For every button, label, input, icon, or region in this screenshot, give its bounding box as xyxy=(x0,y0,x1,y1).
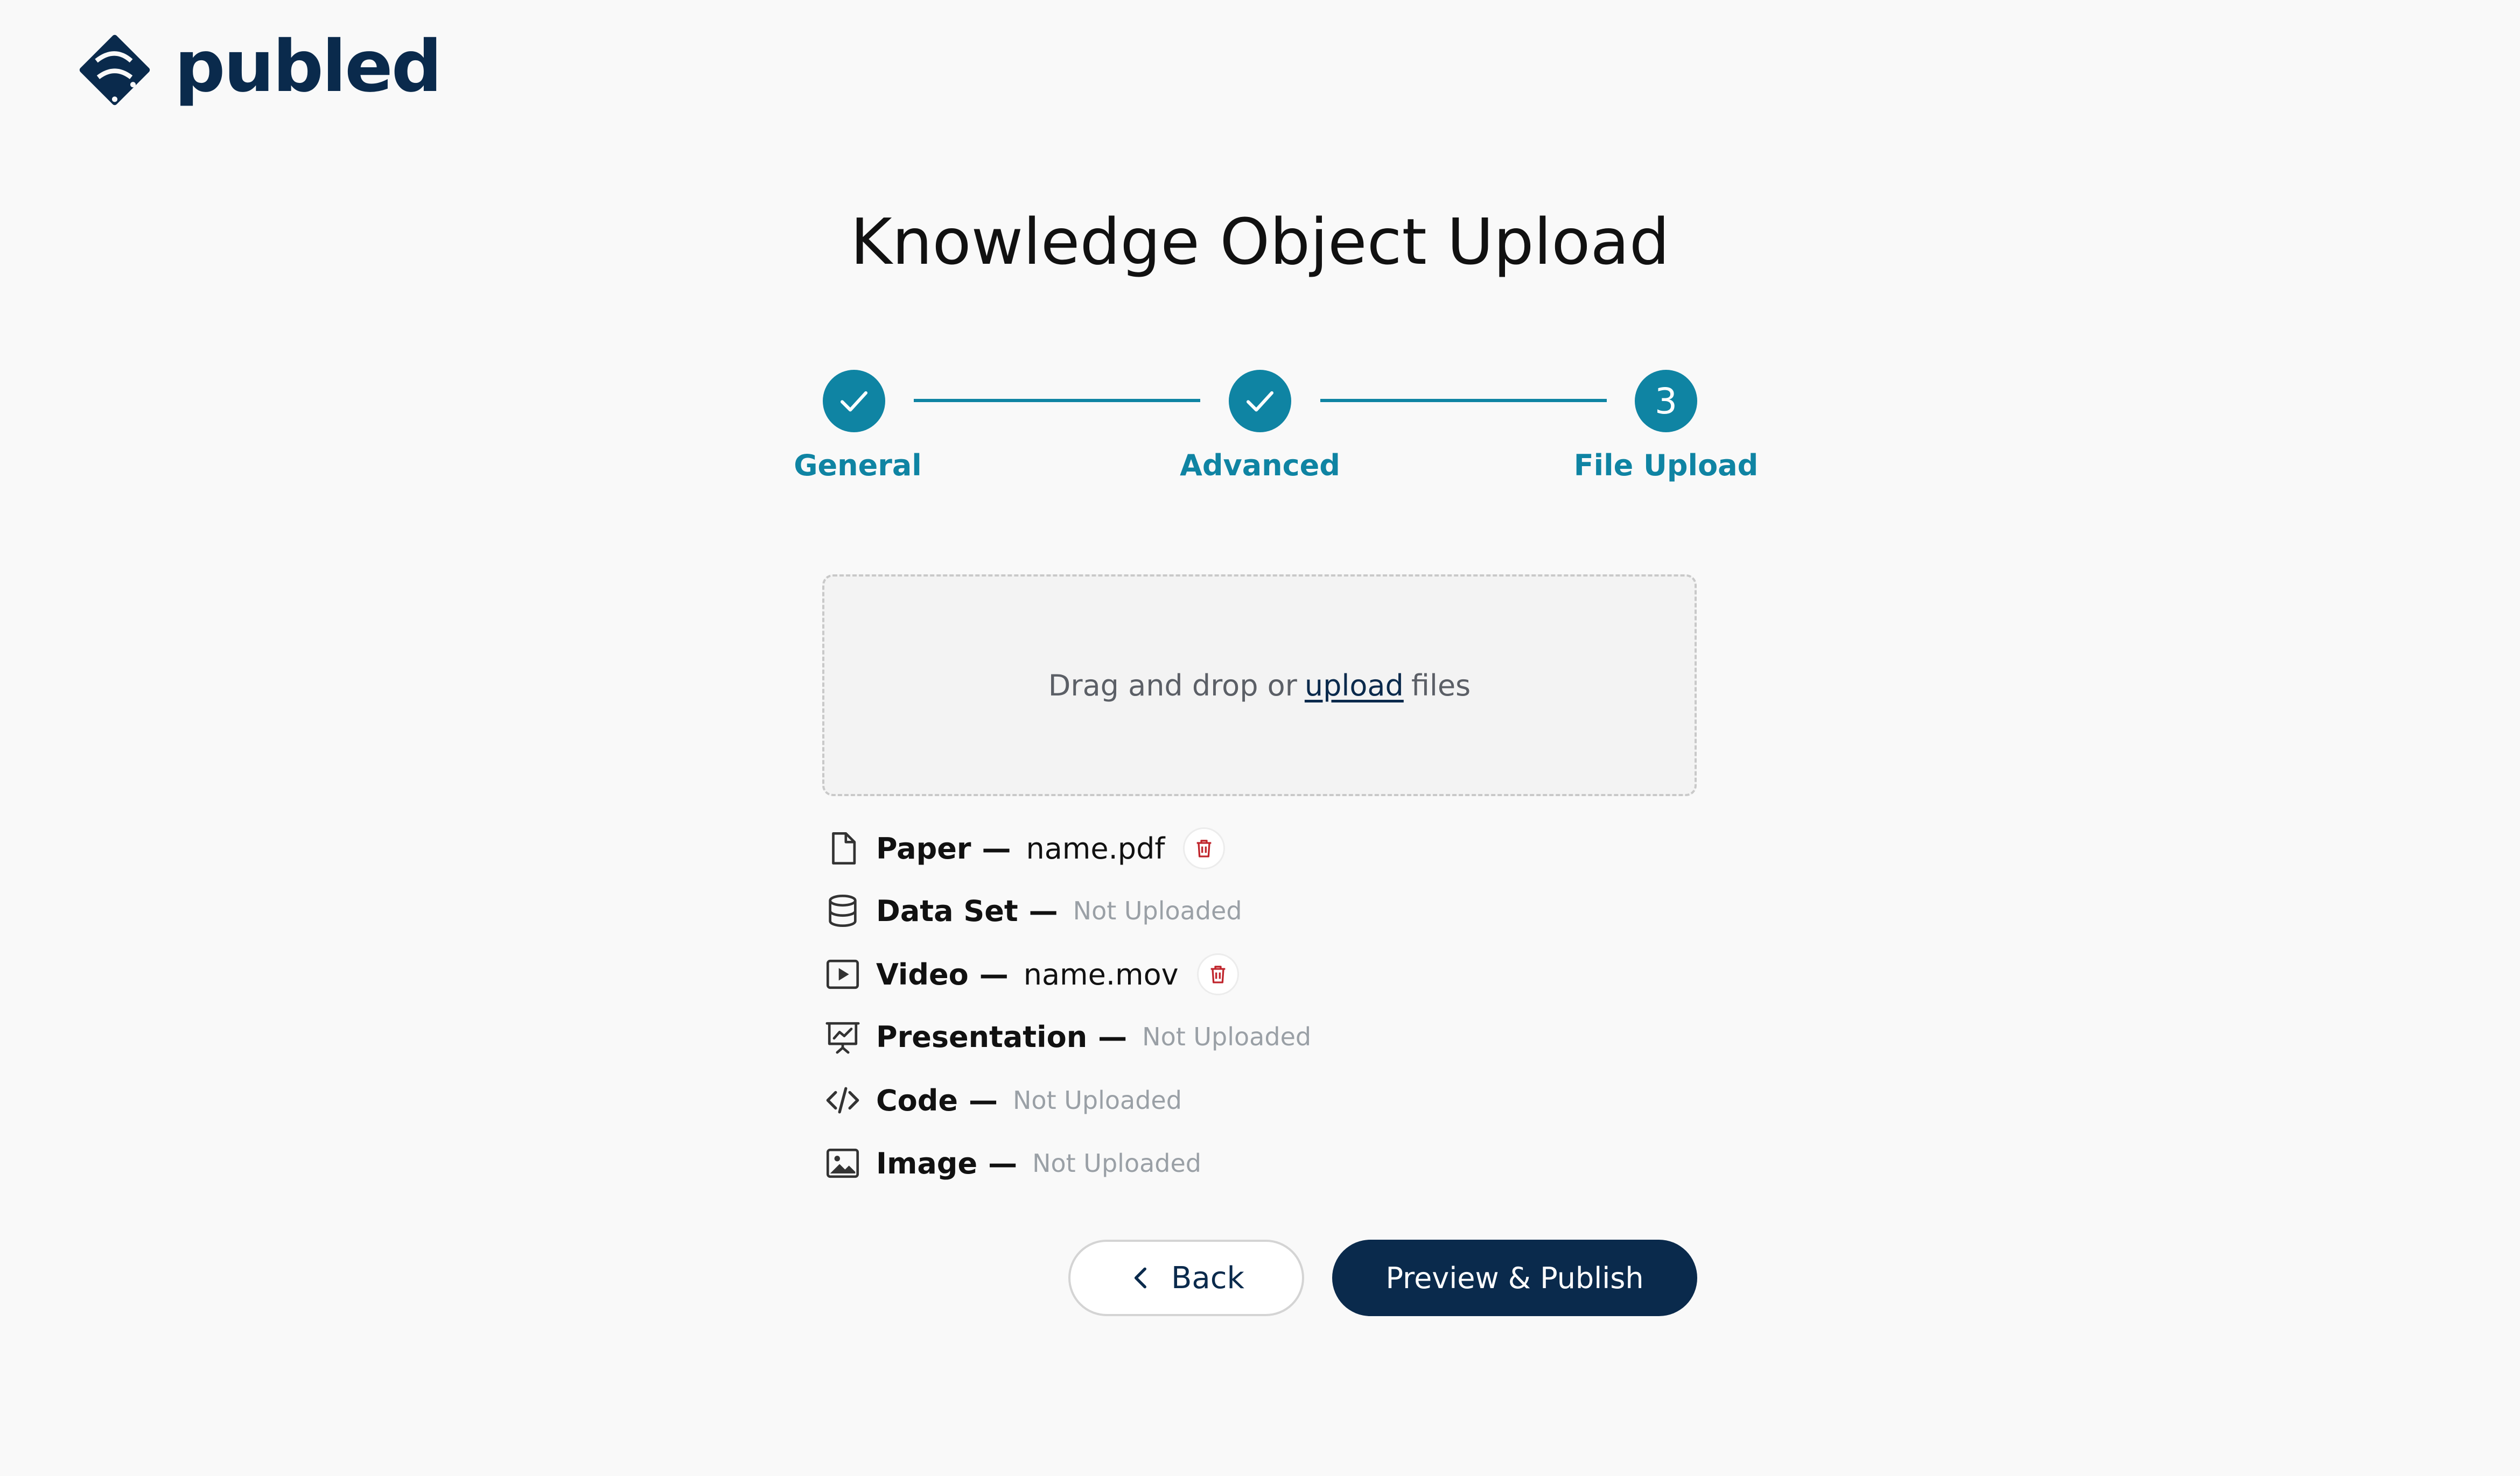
step-general-complete[interactable] xyxy=(823,370,885,432)
upload-status: Not Uploaded xyxy=(1142,1022,1312,1051)
check-icon xyxy=(840,391,868,412)
delete-paper-button[interactable] xyxy=(1183,827,1226,869)
upload-link[interactable]: upload xyxy=(1305,669,1404,702)
code-icon xyxy=(822,1080,863,1121)
chevron-left-icon xyxy=(1134,1267,1146,1289)
step-connector-2 xyxy=(1320,399,1607,402)
database-icon xyxy=(822,890,863,931)
file-type-label: Presentation xyxy=(876,1020,1088,1054)
back-button-label: Back xyxy=(1171,1260,1244,1296)
page-title: Knowledge Object Upload xyxy=(850,205,1670,279)
file-type-label: Code xyxy=(876,1083,958,1117)
file-name: name.pdf xyxy=(1026,831,1165,866)
step-advanced-complete[interactable] xyxy=(1229,370,1291,432)
presentation-icon xyxy=(822,1016,863,1057)
separator-dash: — xyxy=(1028,894,1058,928)
dropzone-text: Drag and drop or xyxy=(1048,668,1297,702)
publish-button-label: Preview & Publish xyxy=(1385,1261,1644,1295)
separator-dash: — xyxy=(979,957,1009,992)
file-type-label: Data Set xyxy=(876,894,1018,928)
delete-video-button[interactable] xyxy=(1196,953,1239,995)
file-item-code: Code — Not Uploaded xyxy=(822,1079,1182,1122)
preview-publish-button[interactable]: Preview & Publish xyxy=(1332,1240,1697,1316)
file-item-image: Image — Not Uploaded xyxy=(822,1142,1201,1185)
separator-dash: — xyxy=(1098,1020,1128,1054)
step-file-upload-current[interactable]: 3 xyxy=(1635,370,1697,432)
file-type-label: Paper xyxy=(876,831,971,866)
file-item-presentation: Presentation — Not Uploaded xyxy=(822,1015,1311,1058)
separator-dash: — xyxy=(982,831,1011,866)
video-icon xyxy=(822,954,863,995)
step-number: 3 xyxy=(1655,380,1677,422)
file-type-label: Image xyxy=(876,1146,978,1180)
image-icon xyxy=(822,1143,863,1184)
upload-status: Not Uploaded xyxy=(1073,896,1242,925)
upload-status: Not Uploaded xyxy=(1032,1149,1201,1178)
separator-dash: — xyxy=(988,1146,1018,1180)
logo-text: publed xyxy=(174,25,442,108)
trash-icon xyxy=(1210,966,1225,983)
check-icon xyxy=(1246,391,1274,412)
logo-mark-icon xyxy=(69,24,160,116)
step-label-advanced: Advanced xyxy=(1180,448,1340,482)
step-label-file-upload: File Upload xyxy=(1573,448,1759,482)
file-item-paper: Paper — name.pdf xyxy=(822,827,1226,870)
step-label-general: General xyxy=(794,448,922,482)
separator-dash: — xyxy=(969,1083,998,1117)
upload-status: Not Uploaded xyxy=(1013,1086,1182,1115)
upload-page: publed Knowledge Object Upload 3 General… xyxy=(0,0,2520,1476)
trash-icon xyxy=(1197,840,1212,858)
file-name: name.mov xyxy=(1023,957,1179,992)
step-connector-1 xyxy=(914,399,1200,402)
file-item-video: Video — name.mov xyxy=(822,953,1239,996)
document-icon xyxy=(822,828,863,869)
file-dropzone[interactable]: Drag and drop or upload files xyxy=(822,574,1697,796)
file-item-data-set: Data Set — Not Uploaded xyxy=(822,889,1242,932)
brand-logo[interactable]: publed xyxy=(69,24,442,116)
file-type-label: Video xyxy=(876,957,969,992)
dropzone-text-suffix: files xyxy=(1411,668,1471,702)
back-button[interactable]: Back xyxy=(1068,1240,1304,1316)
